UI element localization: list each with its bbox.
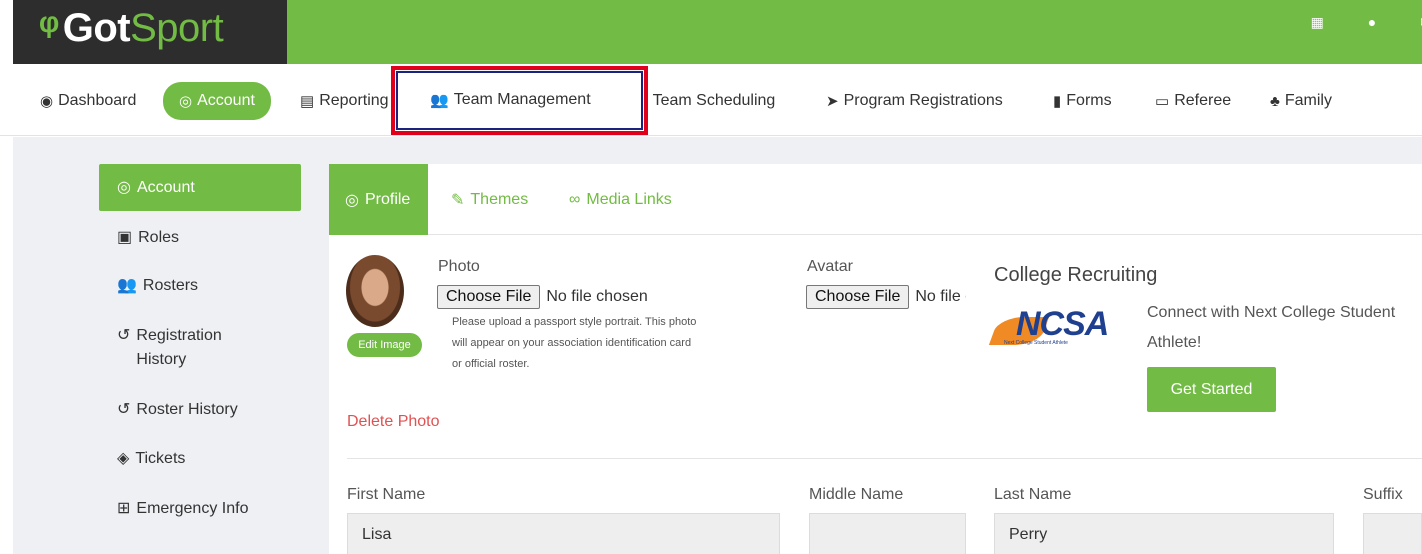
nav-item-referee[interactable]: ▭ Referee — [1155, 82, 1231, 120]
nav-label: Account — [197, 92, 255, 109]
logo-q-icon: ᵠ — [39, 4, 59, 51]
sidebar-item-roster-history[interactable]: ↺ Roster History — [99, 398, 301, 422]
logo-container[interactable]: ᵠ Got Sport — [13, 0, 287, 64]
nav-item-family[interactable]: ♣ Family — [1270, 82, 1332, 120]
sidebar-item-label: Account — [136, 178, 195, 196]
tab-profile[interactable]: ◎ Profile — [329, 164, 429, 235]
nav-label: Reporting — [319, 92, 389, 109]
sidebar-item-label: Tickets — [135, 450, 186, 467]
qr-code-icon[interactable]: ▦ — [1311, 14, 1324, 31]
sidebar-item-label: Roster History — [136, 401, 238, 418]
middle-name-label: Middle Name — [809, 486, 904, 503]
dashboard-icon: ◉ — [40, 93, 54, 110]
history-icon: ↺ — [117, 327, 131, 344]
get-started-button[interactable]: Get Started — [1147, 367, 1276, 412]
no-file-text: No file chosen — [915, 288, 966, 305]
link-icon: ∞ — [569, 190, 581, 208]
middle-name-field[interactable] — [809, 513, 966, 554]
college-text-line2: Athlete! — [1147, 334, 1202, 351]
plus-square-icon: ⊞ — [117, 500, 131, 517]
tab-themes[interactable]: ✎ Themes — [451, 164, 528, 235]
user-circle-icon: ◎ — [345, 191, 359, 209]
last-name-field[interactable]: Perry — [994, 513, 1334, 554]
sidebar-item-emergency-info[interactable]: ⊞ Emergency Info — [99, 497, 301, 521]
id-card-icon: ▣ — [117, 229, 133, 246]
sidebar-item-account[interactable]: ◎ Account — [99, 164, 301, 211]
users-icon: 👥 — [430, 92, 449, 109]
photo-file-input[interactable]: Choose File No file chosen — [437, 285, 737, 309]
top-header: ᵠ GotSport ▦ ● ✉ — [0, 0, 1422, 64]
nav-item-program-registrations[interactable]: ➤ Program Registrations — [826, 82, 1003, 120]
team-management-highlight[interactable]: 👥 Team Management — [391, 66, 648, 135]
user-circle-icon: ◎ — [117, 178, 131, 196]
logo-prefix: Got — [62, 5, 131, 50]
nav-item-team-scheduling[interactable]: ⇄ Team Scheduling — [635, 82, 775, 120]
file-icon: ▤ — [300, 93, 315, 110]
avatar-file-input[interactable]: Choose File No file chosen — [806, 285, 966, 309]
sidebar-item-label: Rosters — [142, 277, 199, 294]
section-divider — [347, 458, 1422, 459]
header-icons: ▦ ● ✉ — [1311, 14, 1422, 31]
choose-file-button[interactable]: Choose File — [806, 285, 910, 309]
sitemap-icon: ♣ — [1270, 92, 1280, 110]
photo-label: Photo — [438, 258, 480, 275]
tab-label: Themes — [470, 190, 529, 208]
sidebar-item-roles[interactable]: ▣ Roles — [99, 226, 301, 250]
sidebar-item-rosters[interactable]: 👥 Rosters — [99, 274, 301, 298]
nav-item-team-management[interactable]: 👥 Team Management — [430, 81, 591, 119]
tab-label: Media Links — [586, 190, 672, 208]
tab-label: Profile — [364, 190, 411, 208]
ticket-icon: ◈ — [117, 450, 130, 467]
user-icon[interactable]: ● — [1368, 14, 1376, 31]
delete-photo-link[interactable]: Delete Photo — [347, 413, 440, 431]
nav-item-account[interactable]: ◎ Account — [163, 82, 271, 120]
profile-photo — [346, 255, 404, 327]
first-name-label: First Name — [347, 486, 426, 503]
suffix-field[interactable] — [1363, 513, 1422, 554]
tab-media-links[interactable]: ∞ Media Links — [569, 164, 672, 235]
suffix-label: Suffix — [1363, 486, 1403, 503]
nav-label: Referee — [1174, 92, 1232, 109]
nav-item-reporting[interactable]: ▤ Reporting — [300, 82, 389, 120]
edit-image-button[interactable]: Edit Image — [347, 333, 422, 357]
logo-suffix: Sport — [130, 5, 224, 50]
main-nav: ◉ Dashboard ◎ Account ▤ Reporting ⇄ Team… — [0, 64, 1422, 136]
ncsa-logo: NCSA Next College Student Athlete — [988, 305, 1120, 351]
user-circle-icon: ◎ — [179, 93, 193, 110]
nav-label: Program Registrations — [843, 92, 1003, 109]
sidebar-item-label: Roles — [138, 229, 180, 246]
college-text-line1: Connect with Next College Student — [1147, 304, 1396, 321]
file-solid-icon: ▮ — [1053, 93, 1062, 110]
first-name-field[interactable]: Lisa — [347, 513, 780, 554]
last-name-label: Last Name — [994, 486, 1072, 503]
paper-plane-icon: ➤ — [826, 93, 839, 110]
nav-label: Team Management — [453, 91, 591, 108]
nav-label: Family — [1284, 92, 1332, 109]
college-recruiting-title: College Recruiting — [994, 264, 1158, 286]
choose-file-button[interactable]: Choose File — [437, 285, 541, 309]
nav-item-dashboard[interactable]: ◉ Dashboard — [40, 82, 136, 120]
sidebar-item-label: Emergency Info — [136, 500, 249, 517]
ncsa-tagline: Next College Student Athlete — [1004, 340, 1068, 346]
sidebar-item-label: Registration History — [136, 327, 222, 368]
nav-item-forms[interactable]: ▮ Forms — [1053, 82, 1112, 120]
nav-label: Team Scheduling — [652, 92, 776, 109]
gotsport-logo: ᵠ Got Sport — [39, 4, 224, 52]
sidebar-item-registration-history[interactable]: ↺ Registration History — [99, 324, 249, 372]
avatar-label: Avatar — [807, 258, 853, 275]
calendar-icon: ▭ — [1155, 93, 1170, 110]
history-icon: ↺ — [117, 401, 131, 418]
photo-hint: Please upload a passport style portrait.… — [452, 316, 697, 370]
college-recruiting-text: Connect with Next College Student Athlet… — [1147, 298, 1422, 358]
paint-brush-icon: ✎ — [451, 191, 465, 209]
nav-label: Dashboard — [58, 92, 137, 109]
header-green-bar: ▦ ● ✉ — [287, 0, 1422, 64]
nav-label: Forms — [1066, 92, 1112, 109]
no-file-text: No file chosen — [546, 288, 648, 305]
users-icon: 👥 — [117, 277, 137, 294]
ncsa-wordmark: NCSA — [1016, 305, 1109, 343]
profile-tabs: ◎ Profile ✎ Themes ∞ Media Links — [329, 164, 1422, 235]
sidebar-item-tickets[interactable]: ◈ Tickets — [99, 447, 301, 471]
